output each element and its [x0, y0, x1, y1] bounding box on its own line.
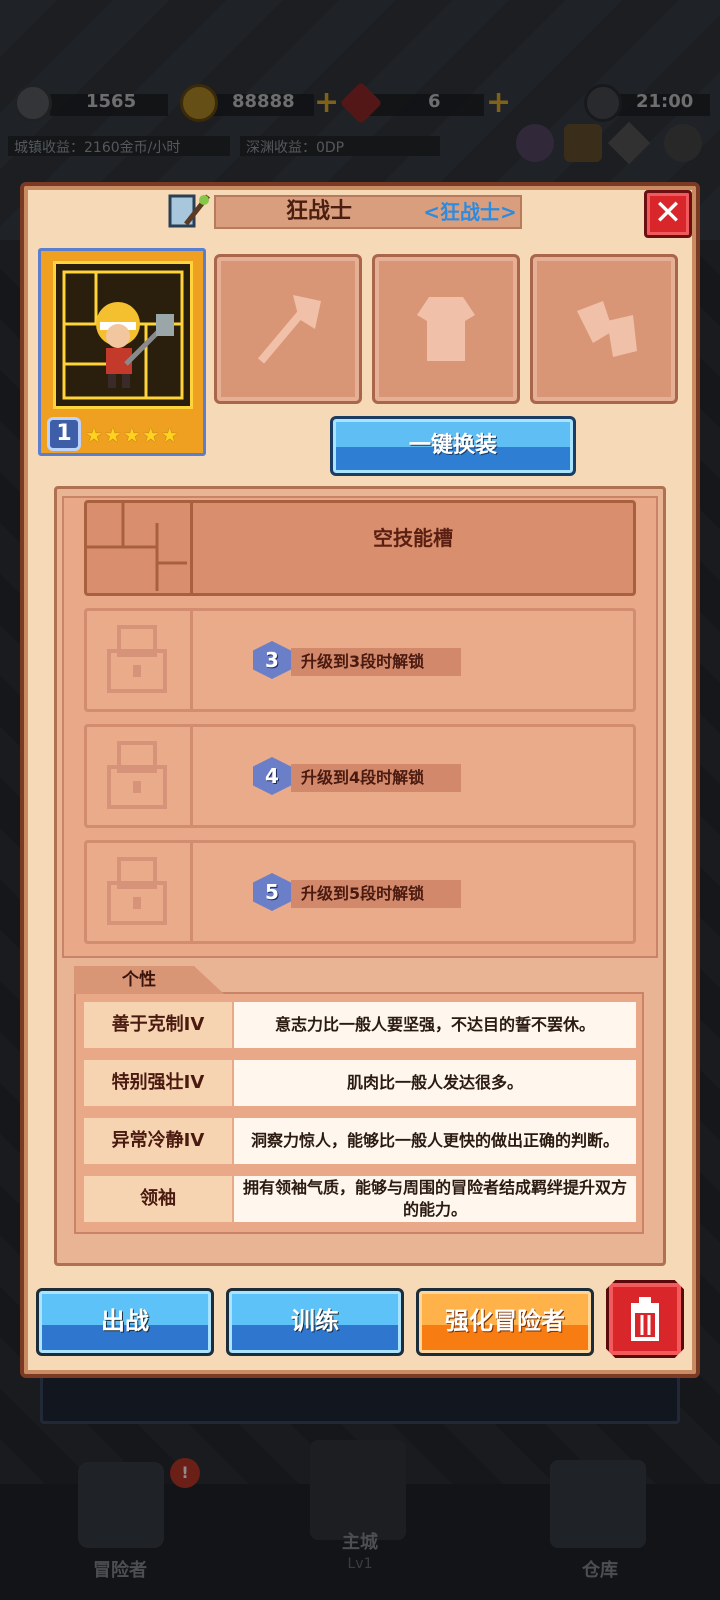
empty-slot-pattern-icon	[87, 503, 187, 591]
portrait-frame	[53, 261, 193, 409]
tier-badge: 3	[253, 641, 291, 679]
trait-desc: 拥有领袖气质，能够与周围的冒险者结成羁绊提升双方的能力。	[234, 1176, 636, 1222]
weapon-slot[interactable]	[214, 254, 362, 404]
unlock-requirement: 升级到4段时解锁	[291, 764, 461, 792]
trait-desc: 洞察力惊人，能够比一般人更快的做出正确的判断。	[234, 1118, 636, 1164]
dismiss-button[interactable]	[606, 1280, 684, 1358]
boots-icon	[577, 301, 637, 357]
trash-icon	[631, 1297, 659, 1341]
unlock-requirement: 升级到5段时解锁	[291, 880, 461, 908]
trait-row: 善于克制IV 意志力比一般人要坚强，不达目的誓不罢休。	[84, 1002, 636, 1048]
locked-skill-slot: 4 升级到4段时解锁	[84, 724, 636, 828]
trait-name: 领袖	[84, 1176, 232, 1222]
lock-icon	[107, 625, 167, 693]
axe-icon	[257, 295, 321, 364]
tier-badge: 5	[253, 873, 291, 911]
locked-skill-slot: 3 升级到3段时解锁	[84, 608, 636, 712]
skill-slot-empty[interactable]: 空技能槽	[84, 500, 636, 596]
armor-icon	[417, 297, 475, 361]
trait-name: 异常冷静IV	[84, 1118, 232, 1164]
lock-icon	[107, 857, 167, 925]
accessory-slot[interactable]	[530, 254, 678, 404]
hero-portrait[interactable]: 1 ★★★★★	[38, 248, 206, 456]
train-button[interactable]: 训练	[226, 1288, 404, 1356]
trait-row: 特别强壮IV 肌肉比一般人发达很多。	[84, 1060, 636, 1106]
lock-box	[87, 727, 193, 825]
trait-name: 特别强壮IV	[84, 1060, 232, 1106]
hero-star-rating: ★★★★★	[85, 423, 180, 447]
close-icon: ✕	[653, 193, 683, 233]
trait-desc: 意志力比一般人要坚强，不达目的誓不罢休。	[234, 1002, 636, 1048]
unlock-requirement: 升级到3段时解锁	[291, 648, 461, 676]
lock-box	[87, 843, 193, 941]
skill-slot-icon-box	[87, 503, 193, 593]
lock-icon	[107, 741, 167, 809]
close-button[interactable]: ✕	[644, 190, 692, 238]
hero-level-badge: 1	[47, 417, 81, 451]
armor-slot[interactable]	[372, 254, 520, 404]
deploy-button[interactable]: 出战	[36, 1288, 214, 1356]
trait-name: 善于克制IV	[84, 1002, 232, 1048]
lock-box	[87, 611, 193, 709]
trait-row: 领袖 拥有领袖气质，能够与周围的冒险者结成羁绊提升双方的能力。	[84, 1176, 636, 1222]
hero-sprite-icon	[62, 270, 184, 400]
trait-row: 异常冷静IV 洞察力惊人，能够比一般人更快的做出正确的判断。	[84, 1118, 636, 1164]
locked-skill-slot: 5 升级到5段时解锁	[84, 840, 636, 944]
empty-skill-label: 空技能槽	[373, 526, 453, 550]
tier-badge: 4	[253, 757, 291, 795]
trait-desc: 肌肉比一般人发达很多。	[234, 1060, 636, 1106]
hero-name: 狂战士	[285, 199, 352, 224]
axe-class-icon	[168, 194, 210, 228]
enhance-adventurer-button[interactable]: 强化冒险者	[416, 1288, 594, 1356]
hero-class: <狂战士>	[423, 200, 517, 224]
one-key-equip-button[interactable]: 一键换装	[330, 416, 576, 476]
